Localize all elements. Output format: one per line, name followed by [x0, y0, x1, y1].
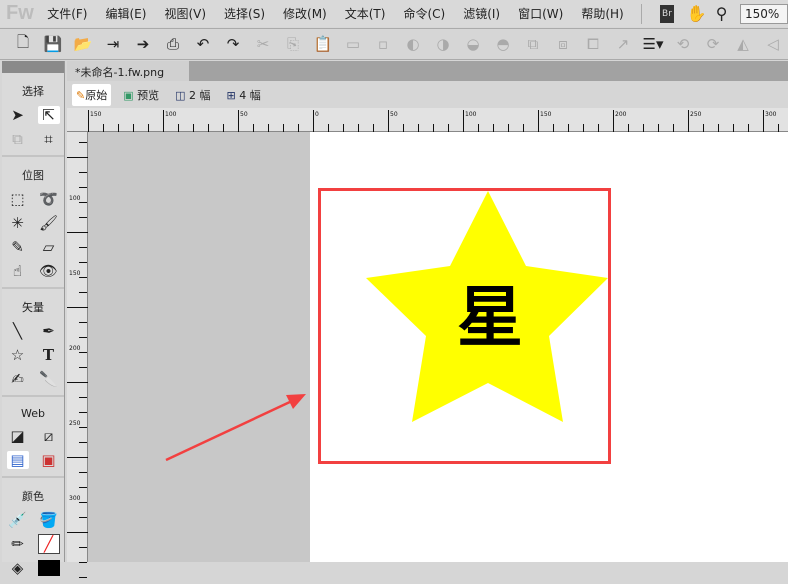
star-text[interactable]: 星: [457, 279, 523, 356]
arrow-annotation: [165, 394, 306, 462]
fill-color-swatch[interactable]: [37, 560, 60, 576]
ruler-tick: [79, 562, 87, 563]
artwork-layer: 星: [165, 188, 611, 464]
ruler-tick: [79, 577, 87, 578]
